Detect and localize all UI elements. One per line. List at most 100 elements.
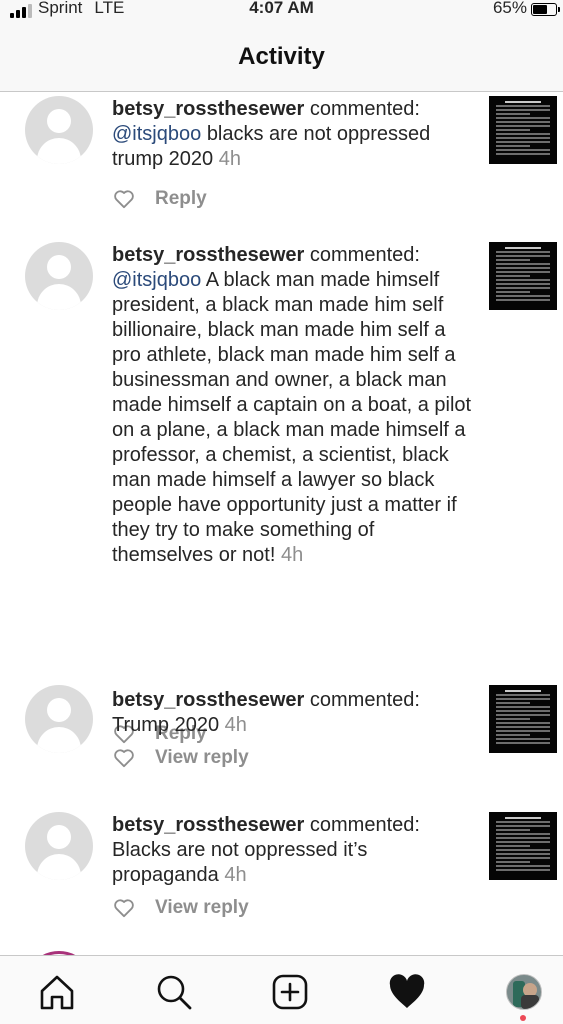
username[interactable]: betsy_rossthesewer — [112, 244, 304, 266]
tab-activity[interactable] — [385, 970, 429, 1014]
thumbnail-text-line — [496, 841, 550, 843]
tab-new-post[interactable] — [268, 970, 312, 1014]
comment-body: A black man made himself president, a bl… — [112, 269, 472, 566]
thumbnail-text-line — [496, 295, 550, 297]
thumbnail-text-line — [496, 255, 550, 257]
thumbnail-text-line — [496, 853, 550, 855]
comment-action: commented: — [309, 244, 420, 266]
post-thumbnail[interactable] — [489, 812, 557, 880]
thumbnail-text-line — [496, 121, 550, 123]
view-reply-button[interactable]: View reply — [155, 897, 249, 919]
user-avatar-placeholder[interactable] — [25, 242, 93, 310]
status-time: 4:07 AM — [249, 0, 314, 17]
reply-button[interactable]: Reply — [155, 188, 207, 210]
thumbnail-text-line — [496, 821, 550, 823]
username[interactable]: betsy_rossthesewer — [112, 689, 304, 711]
thumbnail-text-line — [496, 113, 530, 115]
thumbnail-text-line — [496, 129, 530, 131]
mention-link[interactable]: @itsjqboo — [112, 123, 201, 145]
thumbnail-text-line — [496, 271, 550, 273]
user-avatar-placeholder[interactable] — [25, 812, 93, 880]
thumbnail-text-line — [496, 865, 550, 867]
thumbnail-text-line — [496, 702, 530, 704]
thumbnail-text-line — [496, 706, 550, 708]
comment-text[interactable]: betsy_rossthesewer commented: Trump 2020… — [112, 688, 472, 738]
thumbnail-text-line — [496, 730, 550, 732]
thumbnail-text-line — [496, 738, 550, 740]
tab-home[interactable] — [35, 970, 79, 1014]
comment-text[interactable]: betsy_rossthesewer commented: Blacks are… — [112, 813, 472, 888]
thumbnail-text-line — [496, 710, 550, 712]
comment-action: commented: — [309, 689, 420, 711]
thumbnail-text-line — [496, 259, 530, 261]
thumbnail-text-line — [505, 101, 541, 103]
bottom-tab-bar — [0, 955, 563, 1024]
search-icon — [157, 975, 192, 1010]
new-post-icon — [272, 974, 308, 1010]
thumbnail-text-line — [496, 291, 530, 293]
comment-text[interactable]: betsy_rossthesewer commented: @itsjqboo … — [112, 243, 472, 568]
tab-profile[interactable] — [502, 970, 546, 1014]
timestamp: 4h — [218, 148, 241, 170]
thumbnail-text-line — [505, 817, 541, 819]
thumbnail-text-line — [496, 849, 550, 851]
thumbnail-text-line — [496, 283, 550, 285]
thumbnail-text-line — [496, 734, 530, 736]
like-heart-icon[interactable] — [113, 898, 135, 918]
user-avatar-placeholder[interactable] — [25, 685, 93, 753]
comment-actions: View reply — [113, 747, 249, 769]
post-thumbnail[interactable] — [489, 96, 557, 164]
thumbnail-text-line — [496, 275, 530, 277]
comment-actions: Reply — [113, 188, 207, 210]
page-title: Activity — [238, 43, 325, 70]
thumbnail-text-line — [496, 718, 530, 720]
thumbnail-text-line — [496, 105, 550, 107]
thumbnail-text-line — [496, 137, 550, 139]
tab-search[interactable] — [152, 970, 196, 1014]
thumbnail-text-line — [496, 125, 550, 127]
thumbnail-text-line — [496, 825, 550, 827]
home-icon — [40, 975, 74, 1010]
notification-dot — [520, 1015, 526, 1021]
status-bar: Sprint LTE 4:07 AM 65% — [0, 0, 563, 20]
thumbnail-text-line — [496, 145, 530, 147]
timestamp: 4h — [280, 544, 304, 566]
user-avatar-placeholder[interactable] — [25, 96, 93, 164]
username[interactable]: betsy_rossthesewer — [112, 814, 304, 836]
battery-percent: 65% — [492, 0, 527, 17]
view-reply-button[interactable]: View reply — [155, 747, 249, 769]
header: Activity — [0, 20, 563, 92]
thumbnail-text-line — [496, 726, 550, 728]
thumbnail-text-line — [496, 153, 550, 155]
thumbnail-text-line — [496, 263, 550, 265]
thumbnail-text-line — [496, 149, 550, 151]
status-right: 65% — [492, 0, 560, 18]
battery-icon — [531, 2, 560, 16]
timestamp: 4h — [224, 864, 247, 886]
thumbnail-text-line — [496, 698, 550, 700]
like-heart-icon[interactable] — [113, 748, 135, 768]
like-heart-icon[interactable] — [113, 189, 135, 209]
thumbnail-text-line — [496, 251, 550, 253]
thumbnail-text-line — [496, 742, 550, 744]
username[interactable]: betsy_rossthesewer — [112, 98, 304, 120]
activity-feed[interactable]: betsy_rossthesewer commented: @itsjqboo … — [0, 93, 563, 955]
post-thumbnail[interactable] — [489, 685, 557, 753]
thumbnail-text-line — [505, 247, 541, 249]
comment-action: commented: — [309, 814, 420, 836]
mention-link[interactable]: @itsjqboo — [112, 269, 201, 291]
activity-heart-icon — [389, 974, 425, 1008]
battery-level — [533, 4, 548, 14]
profile-avatar — [506, 974, 542, 1010]
thumbnail-text-line — [496, 857, 550, 859]
comment-text[interactable]: betsy_rossthesewer commented: @itsjqboo … — [112, 97, 472, 172]
thumbnail-text-line — [496, 829, 530, 831]
comment-body: Trump 2020 — [112, 714, 220, 736]
thumbnail-text-line — [496, 279, 550, 281]
thumbnail-text-line — [496, 141, 550, 143]
thumbnail-text-line — [496, 869, 550, 871]
post-thumbnail[interactable] — [489, 242, 557, 310]
thumbnail-text-line — [496, 714, 550, 716]
thumbnail-text-line — [496, 845, 530, 847]
thumbnail-text-line — [496, 861, 530, 863]
